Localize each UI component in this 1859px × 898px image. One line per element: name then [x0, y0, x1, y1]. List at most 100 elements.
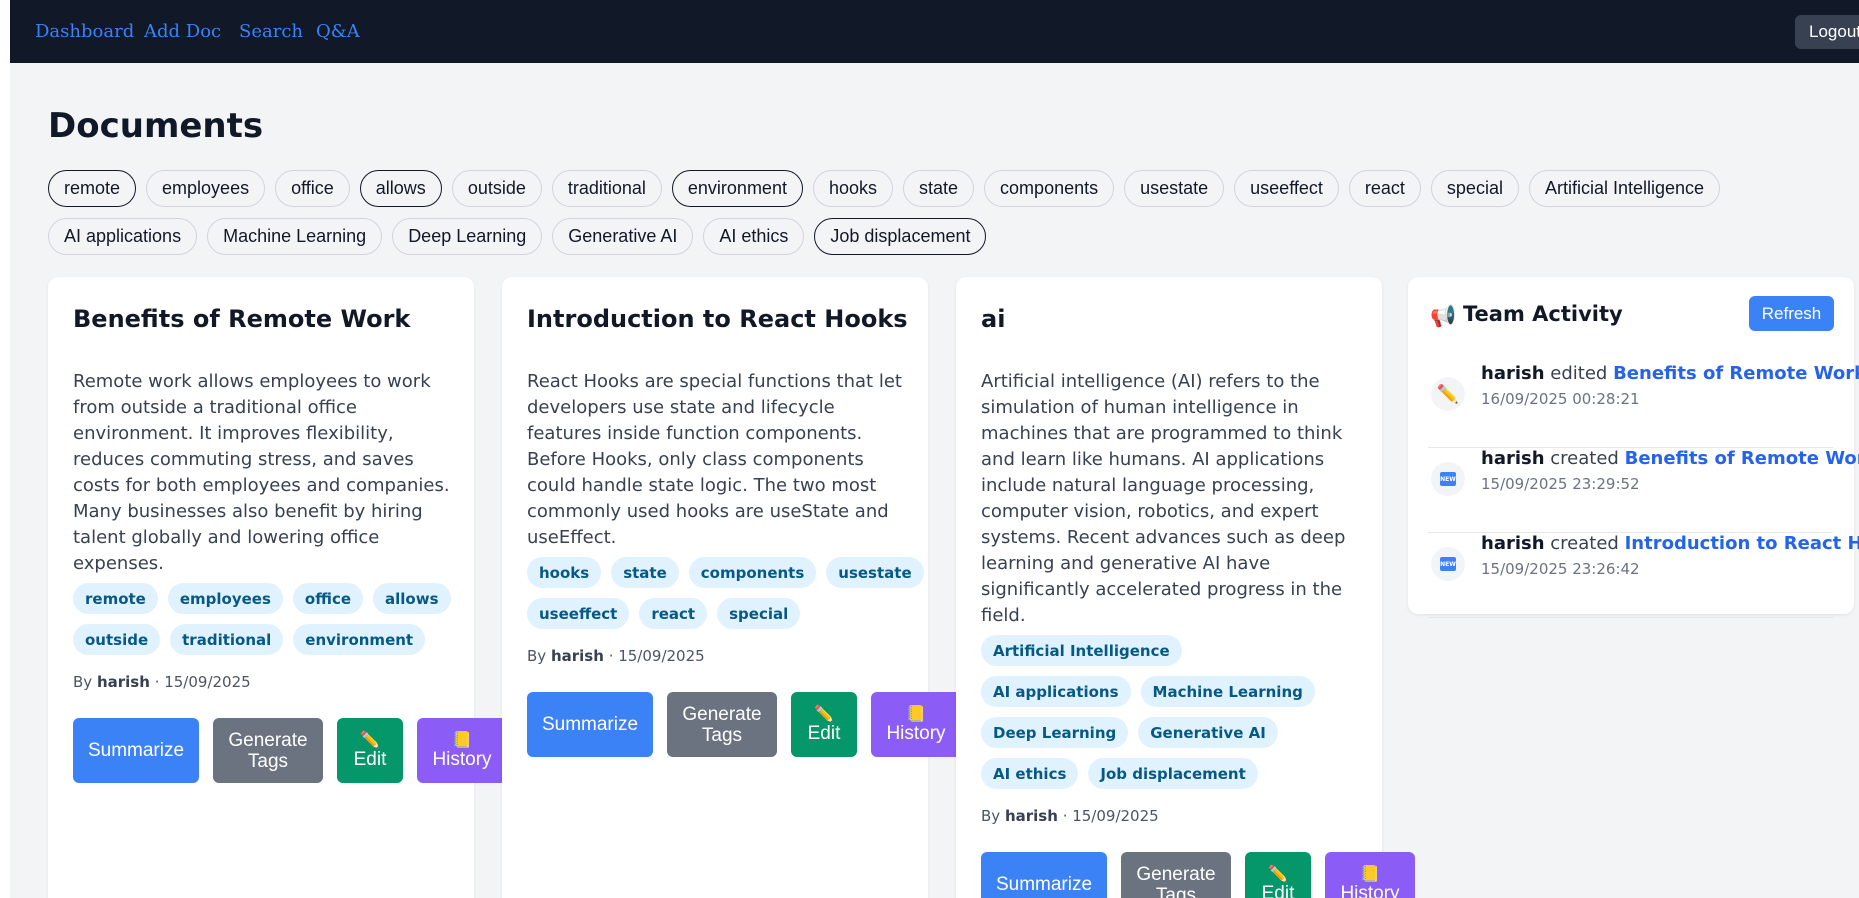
filter-tag-chip[interactable]: employees [146, 170, 266, 207]
filter-tag-chip[interactable]: useeffect [1234, 170, 1339, 207]
summarize-button[interactable]: Summarize [981, 852, 1107, 898]
activity-user: harish [1481, 363, 1545, 384]
document-tag[interactable]: react [639, 598, 708, 629]
history-label: History [886, 722, 946, 744]
new-icon: NEW [1431, 462, 1465, 496]
activity-doc-link[interactable]: Benefits of Remote Work [1625, 448, 1859, 469]
document-tag[interactable]: remote [73, 583, 158, 614]
nav-dashboard-link[interactable]: Dashboard [35, 21, 134, 42]
document-tag[interactable]: components [688, 557, 817, 588]
document-author: harish [550, 647, 604, 665]
nav-qa-link[interactable]: Q&A [316, 21, 360, 42]
nav-search-link[interactable]: Search [239, 21, 303, 42]
document-tag[interactable]: AI applications [981, 676, 1131, 707]
activity-item: NEW harish created Introduction to React… [1428, 533, 1859, 618]
document-meta: By harish · 15/09/2025 [981, 807, 1159, 825]
logout-button[interactable]: Logout [1795, 15, 1859, 49]
document-tag[interactable]: useeffect [527, 598, 630, 629]
filter-tag-chip[interactable]: Machine Learning [207, 218, 383, 255]
filter-tag-chip[interactable]: outside [451, 170, 542, 207]
document-tag[interactable]: office [292, 583, 364, 614]
refresh-button[interactable]: Refresh [1749, 296, 1834, 331]
filter-tag-chip[interactable]: office [275, 170, 350, 207]
filter-tag-chip[interactable]: hooks [812, 170, 894, 207]
history-button[interactable]: 📒 History [417, 718, 507, 783]
document-tag[interactable]: employees [167, 583, 283, 614]
filter-tag-chip[interactable]: special [1430, 170, 1519, 207]
edit-button[interactable]: ✏️ Edit [1245, 852, 1311, 898]
document-tag[interactable]: special [717, 598, 801, 629]
summarize-button[interactable]: Summarize [73, 718, 199, 783]
team-activity-panel: 📢 Team Activity Refresh ✏️ harish edited… [1408, 277, 1859, 618]
filter-tag-chip[interactable]: environment [671, 170, 803, 207]
filter-tag-chip[interactable]: AI ethics [703, 218, 805, 255]
generate-label-1: Generate [228, 729, 308, 751]
document-title[interactable]: Benefits of Remote Work [73, 305, 410, 333]
generate-label-2: Tags [1155, 884, 1197, 898]
document-tag[interactable]: Artificial Intelligence [981, 635, 1182, 666]
filter-tag-chip[interactable]: AI applications [48, 218, 198, 255]
pencil-icon: ✏️ [1268, 865, 1288, 883]
filter-tag-chip[interactable]: Deep Learning [392, 218, 543, 255]
pencil-icon: ✏️ [1431, 377, 1465, 411]
document-tag[interactable]: hooks [527, 557, 602, 588]
document-tag[interactable]: environment [293, 624, 426, 655]
document-date: · 15/09/2025 [608, 647, 705, 665]
generate-tags-button[interactable]: Generate Tags [667, 692, 777, 757]
activity-line: harish created Benefits of Remote Work [1481, 448, 1859, 469]
document-tag[interactable]: state [611, 557, 679, 588]
activity-user: harish [1481, 533, 1545, 554]
filter-tags-row-1: remote employees office allows outside t… [48, 170, 1721, 207]
document-actions: Summarize Generate Tags ✏️ Edit 📒 Histor… [527, 692, 961, 757]
generate-tags-button[interactable]: Generate Tags [213, 718, 323, 783]
nav-add-doc-link[interactable]: Add Doc [144, 21, 221, 42]
summarize-button[interactable]: Summarize [527, 692, 653, 757]
history-button[interactable]: 📒 History [1325, 852, 1415, 898]
document-body: Remote work allows employees to work fro… [73, 371, 450, 574]
document-tag[interactable]: Generative AI [1138, 717, 1278, 748]
edit-label: Edit [1261, 882, 1295, 898]
document-body: Artificial intelligence (AI) refers to t… [981, 371, 1346, 626]
document-tag[interactable]: AI ethics [981, 758, 1079, 789]
activity-item: NEW harish created Benefits of Remote Wo… [1428, 448, 1859, 533]
document-tags: hooks state components usestate useeffec… [527, 557, 927, 629]
generate-label-1: Generate [682, 703, 762, 725]
document-tag[interactable]: allows [373, 583, 451, 614]
document-title[interactable]: Introduction to React Hooks [527, 305, 908, 333]
document-title[interactable]: ai [981, 305, 1005, 333]
team-activity-title: Team Activity [1463, 302, 1623, 326]
activity-user: harish [1481, 448, 1545, 469]
filter-tag-chip[interactable]: Artificial Intelligence [1528, 170, 1721, 207]
filter-tag-chip[interactable]: remote [48, 170, 137, 207]
activity-verb: created [1550, 448, 1619, 469]
document-meta: By harish · 15/09/2025 [527, 647, 705, 665]
new-badge: NEW [1440, 557, 1456, 571]
document-tag[interactable]: Machine Learning [1140, 676, 1315, 707]
document-card: Benefits of Remote Work Remote work allo… [48, 277, 507, 898]
meta-prefix: By [527, 647, 547, 665]
activity-doc-link[interactable]: Benefits of Remote Work [1613, 363, 1859, 384]
generate-tags-button[interactable]: Generate Tags [1121, 852, 1231, 898]
document-tag[interactable]: traditional [170, 624, 284, 655]
document-tag[interactable]: Job displacement [1088, 758, 1258, 789]
filter-tag-chip[interactable]: traditional [551, 170, 662, 207]
filter-tag-chip[interactable]: react [1348, 170, 1421, 207]
filter-tag-chip[interactable]: allows [359, 170, 442, 207]
filter-tag-chip[interactable]: state [903, 170, 975, 207]
document-tag[interactable]: Deep Learning [981, 717, 1129, 748]
document-tag[interactable]: outside [73, 624, 161, 655]
notebook-icon: 📒 [452, 731, 472, 749]
document-tag[interactable]: usestate [826, 557, 924, 588]
history-button[interactable]: 📒 History [871, 692, 961, 757]
activity-verb: created [1550, 533, 1619, 554]
pencil-icon: ✏️ [814, 705, 834, 723]
activity-verb: edited [1550, 363, 1608, 384]
filter-tag-chip[interactable]: components [984, 170, 1115, 207]
filter-tag-chip[interactable]: usestate [1124, 170, 1225, 207]
document-actions: Summarize Generate Tags ✏️ Edit 📒 Histor… [73, 718, 507, 783]
filter-tag-chip[interactable]: Generative AI [552, 218, 694, 255]
edit-button[interactable]: ✏️ Edit [337, 718, 403, 783]
filter-tag-chip[interactable]: Job displacement [814, 218, 987, 255]
edit-button[interactable]: ✏️ Edit [791, 692, 857, 757]
activity-doc-link[interactable]: Introduction to React Hooks [1625, 533, 1859, 554]
